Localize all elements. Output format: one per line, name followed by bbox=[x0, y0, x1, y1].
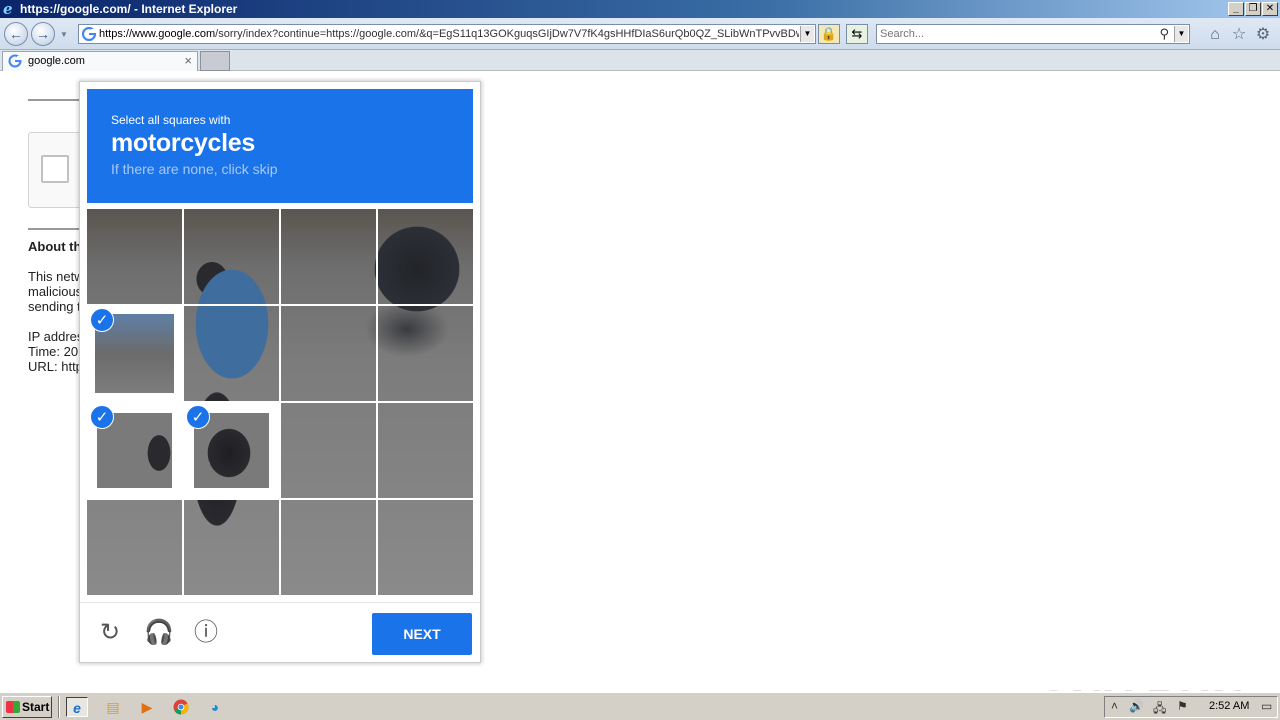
compatibility-refresh-icon[interactable]: ⇆ bbox=[846, 24, 868, 44]
windows-logo-icon bbox=[6, 701, 20, 713]
image-tile[interactable] bbox=[87, 500, 182, 595]
image-tile[interactable] bbox=[87, 209, 182, 304]
tab-google[interactable]: google.com × bbox=[2, 51, 198, 71]
image-tile[interactable] bbox=[378, 403, 473, 498]
close-window-button[interactable]: ✕ bbox=[1262, 2, 1278, 16]
page-content: About th This netw malicious sending t I… bbox=[0, 71, 1280, 691]
tab-bar: google.com × bbox=[0, 50, 1280, 71]
body-line: sending t bbox=[28, 299, 81, 314]
clock[interactable]: 2:52 AM bbox=[1209, 700, 1249, 712]
reload-icon[interactable]: ↻ bbox=[96, 619, 124, 647]
image-grid: ✓ ✓ ✓ bbox=[87, 209, 473, 595]
checkmark-icon: ✓ bbox=[186, 405, 210, 429]
taskbar-separator bbox=[58, 696, 60, 718]
image-tile[interactable] bbox=[184, 209, 279, 304]
taskbar: Start e ▤ ▶ ◕ ˄ 🔊 🖧 ⚑ 2:52 AM ▭ bbox=[0, 692, 1280, 720]
back-button[interactable]: ← bbox=[4, 22, 28, 46]
target-object: motorcycles bbox=[111, 129, 255, 157]
internet-explorer-icon: e bbox=[3, 0, 13, 18]
edge-icon[interactable]: ◕ bbox=[204, 697, 226, 717]
search-dropdown-button[interactable]: ▼ bbox=[1174, 26, 1188, 42]
image-tile[interactable] bbox=[184, 306, 279, 401]
navigation-bar: ← → ▼ https://www.google.com/sorry/index… bbox=[0, 18, 1280, 50]
volume-icon[interactable]: 🔊 bbox=[1129, 699, 1144, 713]
info-icon[interactable]: ⓘ bbox=[192, 619, 220, 647]
body-line: This netw bbox=[28, 269, 84, 284]
back-arrow-icon: ← bbox=[9, 26, 23, 42]
image-tile[interactable] bbox=[378, 209, 473, 304]
favorites-star-icon[interactable]: ☆ bbox=[1230, 26, 1248, 44]
show-hidden-icons-icon[interactable]: ˄ bbox=[1111, 699, 1118, 713]
window-title: https://google.com/ - Internet Explorer bbox=[20, 2, 238, 16]
time-line: Time: 20 bbox=[28, 344, 79, 359]
grid-line bbox=[87, 401, 473, 403]
url-line: URL: http bbox=[28, 359, 83, 374]
media-player-icon[interactable]: ▶ bbox=[136, 697, 158, 717]
image-tile[interactable] bbox=[281, 306, 376, 401]
chrome-logo bbox=[173, 699, 189, 715]
tab-label: google.com bbox=[28, 55, 85, 67]
tools-gear-icon[interactable]: ⚙ bbox=[1254, 26, 1272, 44]
restore-button[interactable]: ❐ bbox=[1245, 2, 1261, 16]
new-tab-button[interactable] bbox=[200, 51, 230, 71]
minimize-button[interactable]: _ bbox=[1228, 2, 1244, 16]
google-favicon-icon bbox=[82, 27, 96, 41]
forward-arrow-icon: → bbox=[36, 26, 50, 42]
address-url[interactable]: https://www.google.com/sorry/index?conti… bbox=[99, 28, 799, 40]
image-tile[interactable] bbox=[281, 403, 376, 498]
image-tile[interactable] bbox=[378, 306, 473, 401]
body-line: malicious bbox=[28, 284, 83, 299]
home-icon[interactable]: ⌂ bbox=[1206, 26, 1224, 44]
network-icon[interactable]: 🖧 bbox=[1153, 699, 1166, 720]
start-button[interactable]: Start bbox=[2, 696, 52, 718]
image-tile[interactable] bbox=[184, 500, 279, 595]
window-title-bar: e https://google.com/ - Internet Explore… bbox=[0, 0, 1280, 18]
grid-line bbox=[87, 498, 473, 500]
audio-headphones-icon[interactable]: 🎧 bbox=[144, 619, 174, 647]
recaptcha-challenge: Select all squares with motorcycles If t… bbox=[79, 81, 481, 663]
search-icon[interactable]: ⚲ bbox=[1159, 26, 1169, 42]
ip-address-line: IP addres bbox=[28, 329, 84, 344]
challenge-header: Select all squares with motorcycles If t… bbox=[87, 89, 473, 203]
search-input[interactable] bbox=[880, 27, 1150, 41]
grid-line bbox=[87, 304, 473, 306]
address-bar[interactable]: https://www.google.com/sorry/index?conti… bbox=[78, 24, 816, 44]
anyrun-watermark: ANY RUN bbox=[1038, 681, 1245, 691]
image-tile[interactable] bbox=[281, 209, 376, 304]
about-heading: About th bbox=[28, 239, 82, 254]
next-button[interactable]: NEXT bbox=[372, 613, 472, 655]
internet-explorer-taskbar-icon[interactable]: e bbox=[66, 697, 88, 717]
image-tile[interactable] bbox=[378, 500, 473, 595]
checkmark-icon: ✓ bbox=[90, 308, 114, 332]
show-desktop-icon[interactable]: ▭ bbox=[1261, 699, 1272, 713]
security-lock-icon[interactable]: 🔒 bbox=[818, 24, 840, 44]
image-tile[interactable] bbox=[281, 500, 376, 595]
challenge-footer: ↻ 🎧 ⓘ NEXT bbox=[80, 602, 480, 663]
instruction-subtext: If there are none, click skip bbox=[111, 161, 278, 177]
recaptcha-checkbox[interactable] bbox=[41, 155, 69, 183]
start-label: Start bbox=[22, 700, 50, 714]
search-box[interactable]: ⚲ ▼ bbox=[876, 24, 1190, 44]
google-favicon-icon bbox=[8, 54, 22, 68]
instruction-text: Select all squares with bbox=[111, 113, 231, 127]
history-dropdown-icon[interactable]: ▼ bbox=[60, 30, 68, 39]
file-explorer-icon[interactable]: ▤ bbox=[102, 697, 124, 717]
chrome-icon[interactable] bbox=[170, 697, 192, 717]
action-center-flag-icon[interactable]: ⚑ bbox=[1177, 699, 1188, 713]
address-dropdown-button[interactable]: ▼ bbox=[800, 26, 814, 42]
forward-button[interactable]: → bbox=[31, 22, 55, 46]
checkmark-icon: ✓ bbox=[90, 405, 114, 429]
system-tray: ˄ 🔊 🖧 ⚑ 2:52 AM ▭ bbox=[1104, 696, 1278, 718]
close-tab-icon[interactable]: × bbox=[184, 53, 192, 68]
